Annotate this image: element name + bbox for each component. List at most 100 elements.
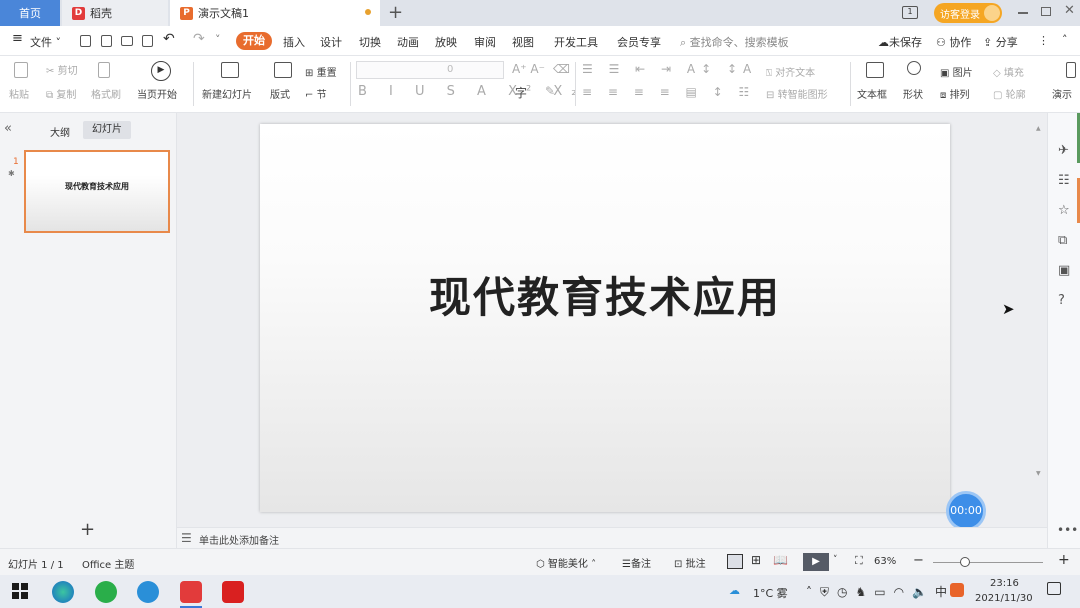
menu-animation[interactable]: 动画: [397, 34, 419, 50]
unsaved-status[interactable]: ☁未保存: [878, 34, 922, 50]
zoom-out-button[interactable]: −: [913, 553, 924, 568]
help-icon[interactable]: ?: [1058, 293, 1065, 308]
workspace-icon[interactable]: 1: [902, 6, 918, 19]
theme-name[interactable]: Office 主题: [82, 556, 134, 571]
menu-slideshow[interactable]: 放映: [435, 34, 457, 50]
redo-icon[interactable]: ↷: [193, 31, 205, 47]
font-grow-icon[interactable]: A⁺ A⁻: [512, 62, 545, 76]
paste-button[interactable]: 粘贴: [9, 86, 29, 101]
edge-browser-icon[interactable]: [52, 581, 74, 603]
close-icon[interactable]: ✕: [1064, 3, 1075, 18]
picture-button[interactable]: ▣ 图片: [940, 64, 973, 79]
fit-window-icon[interactable]: ⛶: [855, 554, 863, 568]
tab-daoke[interactable]: D 稻壳: [62, 0, 168, 26]
slide-title[interactable]: 现代教育技术应用: [260, 264, 950, 325]
tab-document[interactable]: P 演示文稿1: [170, 0, 380, 26]
tab-home[interactable]: 首页: [0, 0, 60, 26]
collapse-panel-icon[interactable]: «: [4, 121, 12, 136]
menu-review[interactable]: 审阅: [474, 34, 496, 50]
windows-start-icon[interactable]: [12, 583, 28, 599]
menu-design[interactable]: 设计: [320, 34, 342, 50]
media-icon[interactable]: ▣: [1058, 263, 1070, 278]
zoom-slider[interactable]: [933, 562, 1043, 563]
ie-browser-icon[interactable]: [137, 581, 159, 603]
minimize-icon[interactable]: [1018, 12, 1028, 14]
weather-icon[interactable]: ☁: [729, 584, 740, 597]
collapse-ribbon-icon[interactable]: ˄: [1062, 33, 1068, 46]
normal-view-icon[interactable]: [727, 554, 743, 569]
share-button[interactable]: ⇪ 分享: [983, 34, 1018, 50]
font-family-select[interactable]: 0: [356, 61, 504, 79]
smartart-button[interactable]: ⊟ 转智能图形: [766, 86, 828, 101]
textbox-button[interactable]: 文本框: [857, 86, 887, 101]
restore-icon[interactable]: [1041, 7, 1051, 16]
from-current-slide-button[interactable]: 当页开始: [137, 86, 177, 101]
menu-view[interactable]: 视图: [512, 34, 534, 50]
align-text-button[interactable]: ⍂ 对齐文本: [766, 64, 815, 79]
clock-date[interactable]: 2021/11/30: [975, 593, 1033, 604]
zoom-in-button[interactable]: +: [1058, 552, 1070, 568]
notes-toggle-button[interactable]: ☰备注: [622, 555, 651, 570]
slide[interactable]: 现代教育技术应用: [260, 124, 950, 512]
tab-slides[interactable]: 幻灯片: [83, 121, 131, 139]
quick-access-more-icon[interactable]: ˅: [215, 33, 221, 46]
rocket-icon[interactable]: ✈: [1058, 143, 1069, 158]
copy-button[interactable]: ⧉ 复制: [46, 86, 76, 101]
zoom-slider-handle[interactable]: [960, 557, 970, 567]
notes-pane[interactable]: ☰ 单击此处添加备注: [177, 527, 1047, 548]
arrange-button[interactable]: ⧈ 排列: [940, 86, 970, 101]
settings-sliders-icon[interactable]: ☷: [1058, 173, 1070, 188]
save-icon[interactable]: [80, 35, 91, 47]
menu-member[interactable]: 会员专享: [617, 34, 661, 50]
print-preview-icon[interactable]: [142, 35, 153, 47]
outline-button[interactable]: ▢ 轮廓: [993, 86, 1026, 101]
export-pdf-icon[interactable]: [101, 35, 112, 47]
new-tab-button[interactable]: +: [388, 2, 403, 23]
reading-view-icon[interactable]: 📖: [773, 553, 788, 567]
comment-button[interactable]: ⊡ 批注: [674, 555, 706, 570]
pin-icon[interactable]: ☆: [1058, 203, 1070, 218]
shape-button[interactable]: 形状: [903, 86, 923, 101]
clock-time[interactable]: 23:16: [990, 578, 1019, 589]
slide-thumbnail[interactable]: 现代教育技术应用: [24, 150, 170, 233]
recording-timer[interactable]: 00:00: [946, 491, 986, 531]
menu-file[interactable]: 文件 ˅: [30, 34, 61, 50]
present-button[interactable]: 演示: [1052, 86, 1072, 101]
wps-icon[interactable]: [180, 581, 202, 603]
reset-button[interactable]: ⊞ 重置: [305, 64, 337, 79]
tab-outline[interactable]: 大纲: [50, 124, 70, 139]
more-icon[interactable]: •••: [1057, 523, 1078, 537]
list-indent-group[interactable]: ☰ ☰ ⇤ ⇥ A↕ ↕A: [582, 62, 757, 76]
comment-icon[interactable]: ⧉: [1058, 233, 1067, 248]
wechat-icon[interactable]: [95, 581, 117, 603]
tray-app-icon[interactable]: [950, 583, 964, 597]
undo-icon[interactable]: ↶: [163, 31, 175, 47]
menu-insert[interactable]: 插入: [283, 34, 305, 50]
notification-icon[interactable]: [1047, 582, 1061, 595]
slideshow-options-icon[interactable]: ˅: [833, 555, 838, 565]
menu-start[interactable]: 开始: [236, 32, 272, 50]
scroll-up-icon[interactable]: ▲: [1036, 125, 1041, 132]
slide-sorter-icon[interactable]: ⊞: [751, 553, 761, 567]
system-tray-icons[interactable]: ˄⛨◷♞▭◠🔈中: [806, 583, 955, 600]
phonetic-icon[interactable]: 字: [515, 84, 527, 101]
menu-developer[interactable]: 开发工具: [554, 34, 598, 50]
fill-button[interactable]: ◇ 填充: [993, 64, 1024, 79]
align-group[interactable]: ≡ ≡ ≡ ≡ ▤ ↕ ☷: [582, 85, 755, 99]
vertical-scrollbar[interactable]: ▲ ▼: [1036, 125, 1042, 515]
new-slide-button[interactable]: 新建幻灯片: [202, 86, 252, 101]
youdao-icon[interactable]: [222, 581, 244, 603]
hamburger-icon[interactable]: ≡: [12, 31, 23, 46]
guest-login-button[interactable]: 访客登录: [934, 3, 1002, 23]
cut-button[interactable]: ✂ 剪切: [46, 62, 78, 77]
section-button[interactable]: ⌐ 节: [305, 86, 327, 101]
smart-beautify-button[interactable]: ⬡ 智能美化 ˄: [536, 555, 596, 570]
clear-format-icon[interactable]: ⌫: [553, 62, 570, 76]
highlight-icon[interactable]: ✎: [545, 84, 555, 98]
scroll-down-icon[interactable]: ▼: [1036, 470, 1041, 477]
collaborate-button[interactable]: ⚇ 协作: [936, 34, 971, 50]
layout-button[interactable]: 版式: [270, 86, 290, 101]
play-slideshow-button[interactable]: ▶: [803, 553, 829, 571]
format-painter-button[interactable]: 格式刷: [91, 86, 121, 101]
add-slide-button[interactable]: +: [80, 519, 95, 540]
